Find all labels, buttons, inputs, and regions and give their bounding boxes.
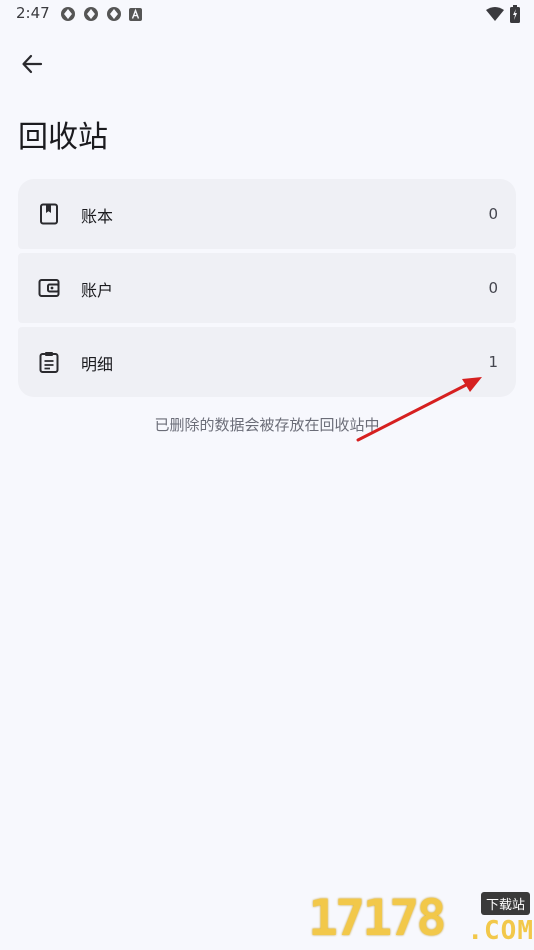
aperture-icon [84,7,98,21]
watermark-badge: 下载站 [480,892,530,915]
arrow-back-icon [22,54,43,74]
site-watermark: 17178 下载站 .COM [308,888,534,950]
item-count: 0 [488,279,498,297]
item-label: 账本 [81,207,114,226]
system-icons [486,5,520,23]
status-bar: 2:47 [0,0,534,28]
watermark-digits: 17178 [308,889,447,947]
list-item-ledgers[interactable]: 账本 0 [18,179,516,249]
recycle-category-list: 账本 0 账户 0 明细 1 [18,179,516,397]
wifi-icon [486,7,504,21]
battery-charging-icon [510,5,520,23]
item-count: 0 [488,205,498,223]
clipboard-icon [39,352,59,373]
annotation-arrow [356,377,482,442]
item-label: 账户 [81,281,114,300]
book-icon [40,203,58,225]
aperture-icon [61,7,75,21]
page-title: 回收站 [18,120,108,155]
font-a-icon [129,7,142,21]
item-label: 明细 [81,355,114,374]
status-time: 2:47 [16,4,50,22]
notification-icons [60,6,142,22]
back-button[interactable] [14,46,50,82]
aperture-icon [107,7,121,21]
wallet-icon [38,279,60,297]
list-item-accounts[interactable]: 账户 0 [18,253,516,323]
watermark-domain: .COM [467,916,534,946]
item-count: 1 [488,353,498,371]
